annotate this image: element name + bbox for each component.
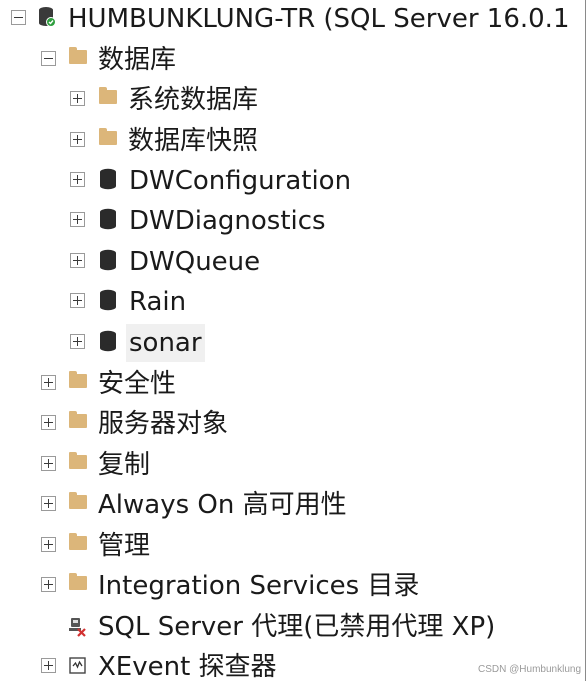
node-label: XEvent 探查器 <box>98 652 277 682</box>
databases-label: 数据库 <box>98 45 177 75</box>
folder-icon <box>69 411 87 428</box>
expand-button[interactable] <box>70 172 85 187</box>
sql-agent-icon <box>69 618 86 637</box>
node-label: SQL Server 代理(已禁用代理 XP) <box>98 612 496 642</box>
node-label: 安全性 <box>98 369 177 399</box>
expand-button[interactable] <box>70 212 85 227</box>
tree-node-database-snapshots[interactable]: 数据库快照 <box>0 122 586 160</box>
xevent-profiler-icon <box>69 657 86 674</box>
collapse-button[interactable] <box>11 10 26 25</box>
expand-button[interactable] <box>70 132 85 147</box>
tree-node-database[interactable]: DWDiagnostics <box>0 202 586 240</box>
expand-button[interactable] <box>41 456 56 471</box>
folder-icon <box>99 87 117 104</box>
watermark: CSDN @Humbunklung <box>478 664 581 675</box>
node-label: 系统数据库 <box>128 85 259 115</box>
tree-node-security[interactable]: 安全性 <box>0 365 586 403</box>
node-label: Integration Services 目录 <box>98 571 420 601</box>
database-icon <box>100 208 116 230</box>
tree-node-databases[interactable]: 数据库 <box>0 41 586 79</box>
database-icon <box>100 249 116 271</box>
tree-node-server[interactable]: HUMBUNKLUNG-TR (SQL Server 16.0.1 <box>0 0 586 38</box>
tree-node-management[interactable]: 管理 <box>0 527 586 565</box>
node-label: Always On 高可用性 <box>98 490 347 520</box>
database-icon <box>100 289 116 311</box>
expand-button[interactable] <box>70 91 85 106</box>
expand-button[interactable] <box>70 293 85 308</box>
tree-node-replication[interactable]: 复制 <box>0 446 586 484</box>
expand-button[interactable] <box>41 577 56 592</box>
tree-node-server-objects[interactable]: 服务器对象 <box>0 405 586 443</box>
node-label: DWConfiguration <box>129 166 352 196</box>
node-label: DWDiagnostics <box>129 206 326 236</box>
collapse-button[interactable] <box>41 51 56 66</box>
expand-button[interactable] <box>41 496 56 511</box>
tree-node-integration-services[interactable]: Integration Services 目录 <box>0 567 586 605</box>
node-label-selected: sonar <box>126 324 205 362</box>
folder-icon <box>69 452 87 469</box>
expand-button[interactable] <box>41 658 56 673</box>
tree-node-always-on[interactable]: Always On 高可用性 <box>0 486 586 524</box>
database-icon <box>100 330 116 352</box>
node-label: DWQueue <box>129 247 261 277</box>
folder-icon <box>69 573 87 590</box>
tree-node-database[interactable]: DWQueue <box>0 243 586 281</box>
node-label: 管理 <box>98 531 151 561</box>
tree-node-sql-agent[interactable]: SQL Server 代理(已禁用代理 XP) <box>0 608 586 646</box>
object-explorer-tree: HUMBUNKLUNG-TR (SQL Server 16.0.1 数据库 系统… <box>0 0 586 682</box>
tree-node-database[interactable]: DWConfiguration <box>0 162 586 200</box>
expand-button[interactable] <box>41 537 56 552</box>
node-label: 数据库快照 <box>128 126 259 156</box>
server-icon <box>39 7 56 27</box>
folder-icon <box>69 47 87 64</box>
tree-node-system-databases[interactable]: 系统数据库 <box>0 81 586 119</box>
tree-node-database[interactable]: sonar <box>0 324 586 362</box>
database-icon <box>100 168 116 190</box>
node-label: 服务器对象 <box>98 409 229 439</box>
expand-button[interactable] <box>70 334 85 349</box>
tree-node-database[interactable]: Rain <box>0 283 586 321</box>
folder-icon <box>69 533 87 550</box>
folder-icon <box>99 128 117 145</box>
expand-button[interactable] <box>41 375 56 390</box>
folder-icon <box>69 371 87 388</box>
node-label: Rain <box>129 287 187 317</box>
expand-button[interactable] <box>41 415 56 430</box>
expand-button[interactable] <box>70 253 85 268</box>
server-label: HUMBUNKLUNG-TR (SQL Server 16.0.1 <box>68 4 570 34</box>
node-label: 复制 <box>98 450 151 480</box>
folder-icon <box>69 492 87 509</box>
